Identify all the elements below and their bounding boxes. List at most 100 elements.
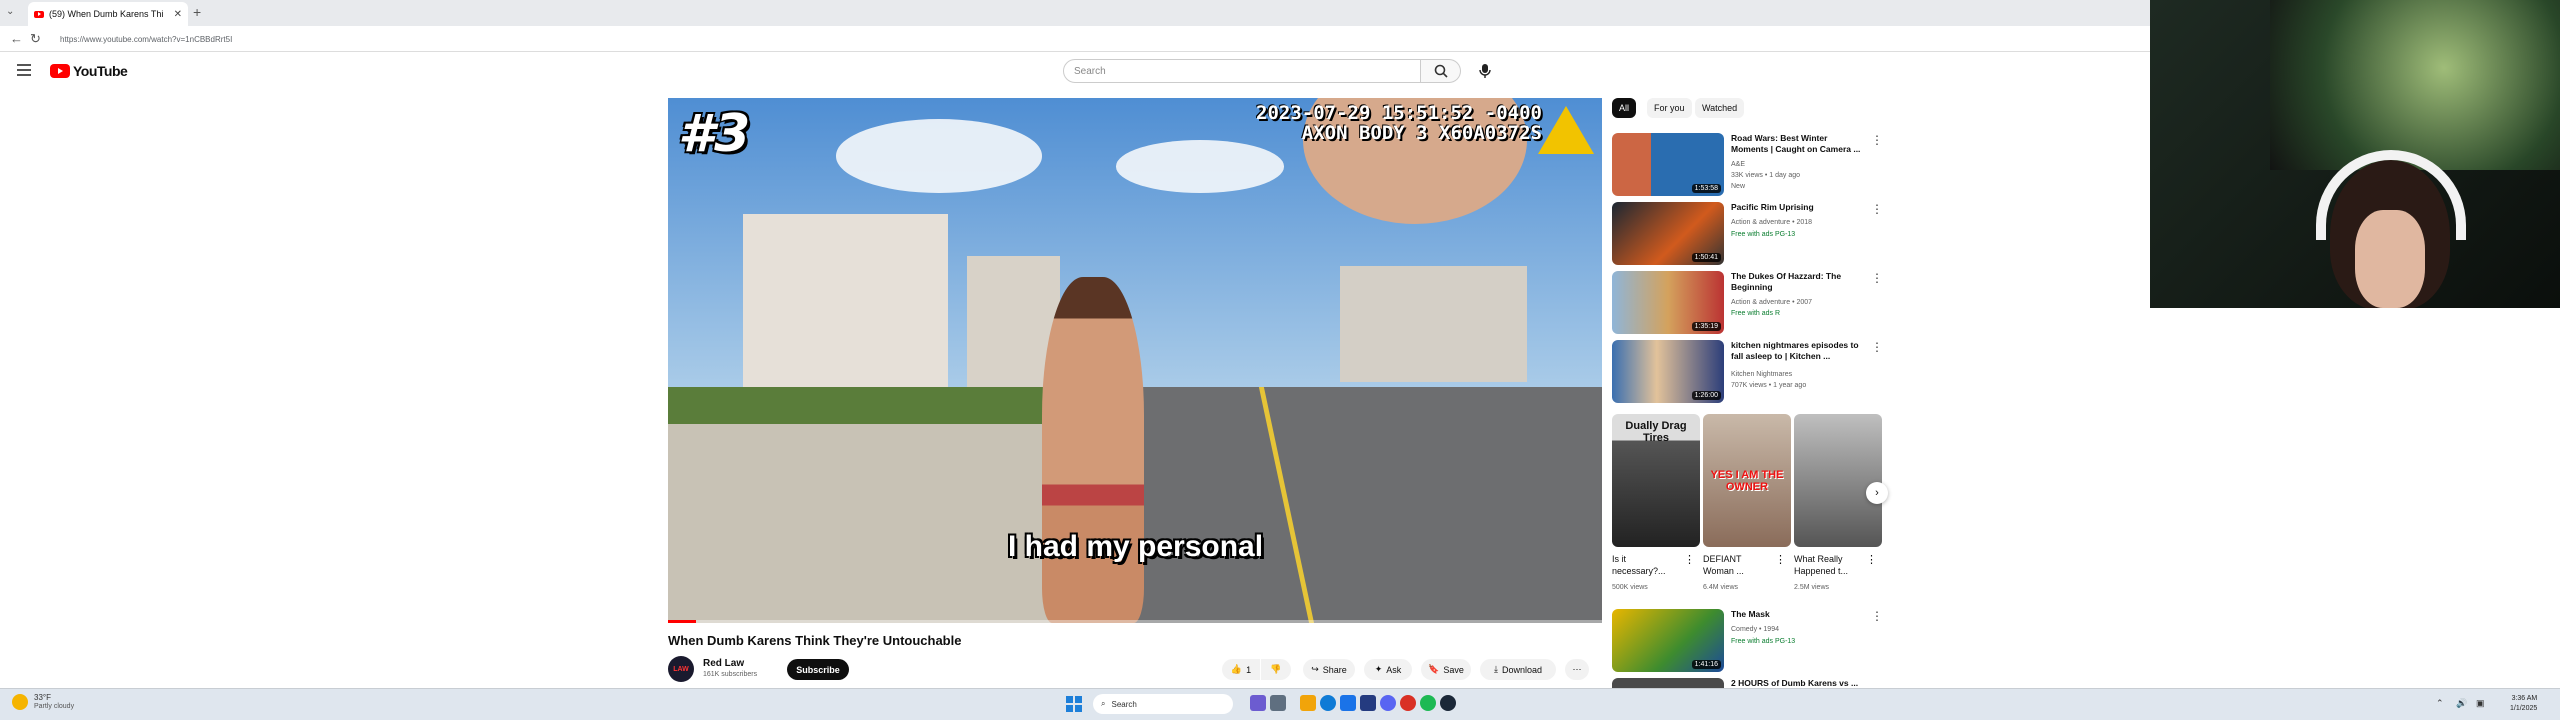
chip-watched[interactable]: Watched [1695, 98, 1745, 118]
bodycam-id: AXON BODY 3 X60A0372S [1301, 122, 1542, 144]
more-vertical-icon[interactable]: ⋮ [1871, 609, 1883, 623]
share-label: Share [1322, 664, 1347, 675]
recommended-video[interactable]: 1:50:41 Pacific Rim Uprising Action & ad… [1612, 202, 1883, 268]
more-vertical-icon[interactable]: ⋮ [1866, 553, 1877, 566]
spotify-icon[interactable] [1420, 695, 1436, 711]
rec-title[interactable]: Road Wars: Best Winter Moments | Caught … [1731, 133, 1866, 155]
rec-meta: 33K views • 1 day ago [1731, 172, 1800, 179]
microphone-icon [1479, 64, 1491, 78]
rec-title[interactable]: kitchen nightmares episodes to fall asle… [1731, 340, 1866, 362]
volume-icon[interactable]: 🔊 [2456, 698, 2467, 709]
taskbar-search-label: Search [1111, 699, 1137, 709]
taskbar-search[interactable]: ⌕ Search [1093, 694, 1233, 714]
short-overlay-text: YES I AM THE OWNER [1710, 469, 1784, 493]
short-thumbnail[interactable]: YES I AM THE OWNER [1703, 414, 1791, 547]
reload-icon[interactable]: ↻ [30, 31, 41, 47]
ask-label: Ask [1386, 664, 1402, 675]
video-progress-bar[interactable] [668, 620, 1602, 623]
save-button[interactable]: 🔖 Save [1421, 659, 1471, 680]
video-thumbnail[interactable]: 1:50:41 [1612, 202, 1724, 265]
channel-name[interactable]: Red Law [703, 658, 744, 669]
channel-avatar[interactable]: LAW [668, 656, 694, 682]
video-thumbnail[interactable] [1612, 678, 1724, 688]
tab-close-icon[interactable]: ✕ [174, 9, 182, 20]
webcam-overlay [2150, 0, 2560, 308]
video-player[interactable]: #3 2023-07-29 15:51:52 -0400 AXON BODY 3… [668, 98, 1602, 623]
steam-icon[interactable] [1440, 695, 1456, 711]
chip-all[interactable]: All [1612, 98, 1637, 118]
short-title[interactable]: Is it necessary?... [1612, 553, 1672, 577]
recommended-video[interactable]: 2 HOURS of Dumb Karens vs ... [1612, 678, 1882, 688]
weather-temp: 33°F [34, 693, 51, 702]
widgets-icon[interactable] [1270, 695, 1286, 711]
dislike-button[interactable]: 👎 [1261, 659, 1291, 680]
rec-title[interactable]: Pacific Rim Uprising [1731, 202, 1866, 213]
short-thumbnail[interactable]: Dually Drag Tires [1612, 414, 1700, 547]
share-button[interactable]: ↪ Share [1303, 659, 1355, 680]
bodycam-timestamp: 2023-07-29 15:51:52 -0400 [1256, 102, 1542, 124]
back-arrow-icon[interactable]: ← [10, 31, 23, 46]
more-vertical-icon[interactable]: ⋮ [1871, 271, 1883, 285]
video-duration: 1:26:00 [1691, 391, 1721, 400]
channel-subscribers: 161K subscribers [703, 671, 758, 678]
tray-chevron-icon[interactable]: ⌃ [2436, 698, 2444, 709]
video-thumbnail[interactable]: 1:53:58 [1612, 133, 1724, 196]
free-with-ads-badge: Free with ads PG-13 [1731, 638, 1796, 645]
rec-title[interactable]: The Dukes Of Hazzard: The Beginning [1731, 271, 1866, 293]
search-input[interactable]: Search [1063, 59, 1421, 83]
sparkle-icon: ✦ [1374, 664, 1383, 674]
video-thumbnail[interactable]: 1:35:19 [1612, 271, 1724, 334]
more-vertical-icon[interactable]: ⋮ [1775, 553, 1786, 566]
short-thumbnail[interactable] [1794, 414, 1882, 547]
app-icon[interactable] [1400, 695, 1416, 711]
file-explorer-icon[interactable] [1300, 695, 1316, 711]
mail-icon[interactable] [1360, 695, 1376, 711]
rec-channel: Action & adventure • 2018 [1731, 219, 1813, 226]
short-title[interactable]: What Really Happened t... [1794, 553, 1864, 577]
hamburger-menu-icon[interactable] [17, 64, 31, 79]
more-vertical-icon[interactable]: ⋮ [1871, 340, 1883, 354]
start-windows-icon[interactable] [1066, 696, 1082, 712]
weather-desc: Partly cloudy [34, 703, 75, 710]
short-title[interactable]: DEFIANT Woman ... [1703, 553, 1763, 577]
weather-widget[interactable]: 33°F Partly cloudy [12, 693, 74, 711]
ask-button[interactable]: ✦ Ask [1364, 659, 1412, 680]
discord-icon[interactable] [1380, 695, 1396, 711]
rec-title[interactable]: The Mask [1731, 609, 1866, 620]
rec-channel[interactable]: Kitchen Nightmares [1731, 370, 1792, 380]
task-view-icon[interactable] [1250, 695, 1266, 711]
more-actions-button[interactable]: ⋯ [1565, 659, 1589, 680]
tab-list-chevron-icon[interactable]: ⌄ [6, 6, 14, 17]
recommended-video[interactable]: 1:26:00 kitchen nightmares episodes to f… [1612, 340, 1883, 406]
recommended-video[interactable]: 1:35:19 The Dukes Of Hazzard: The Beginn… [1612, 271, 1883, 337]
search-button[interactable] [1421, 59, 1461, 83]
bookmark-icon: 🔖 [1428, 664, 1440, 674]
download-button[interactable]: ⤓ Download [1480, 659, 1556, 680]
search-placeholder: Search [1074, 65, 1106, 77]
rec-channel[interactable]: A&E [1731, 160, 1745, 170]
more-vertical-icon[interactable]: ⋮ [1871, 202, 1883, 216]
youtube-logo[interactable]: YouTube [50, 63, 128, 79]
system-clock[interactable]: 3:36 AM 1/1/2025 [2510, 694, 2537, 714]
voice-search-button[interactable] [1473, 61, 1497, 81]
chevron-right-icon[interactable]: › [1866, 482, 1888, 504]
subscribe-button[interactable]: Subscribe [787, 659, 849, 680]
chip-for-you[interactable]: For you [1647, 98, 1692, 118]
more-vertical-icon[interactable]: ⋮ [1871, 133, 1883, 147]
partly-cloudy-icon [12, 694, 28, 710]
rec-title[interactable]: 2 HOURS of Dumb Karens vs ... [1731, 678, 1866, 688]
store-icon[interactable] [1340, 695, 1356, 711]
address-bar[interactable]: https://www.youtube.com/watch?v=1nCBBdRr… [52, 30, 2132, 48]
video-thumbnail[interactable]: 1:41:16 [1612, 609, 1724, 672]
download-label: Download [1501, 664, 1542, 675]
edge-browser-icon[interactable] [1320, 695, 1336, 711]
thumbs-up-icon: 👍 [1230, 664, 1243, 674]
new-tab-button[interactable]: + [193, 4, 201, 20]
more-vertical-icon[interactable]: ⋮ [1684, 553, 1695, 566]
recommended-video[interactable]: 1:53:58 Road Wars: Best Winter Moments |… [1612, 133, 1883, 199]
like-button[interactable]: 👍 1 [1222, 659, 1260, 680]
video-thumbnail[interactable]: 1:26:00 [1612, 340, 1724, 403]
network-icon[interactable]: ▣ [2476, 698, 2485, 709]
browser-tab[interactable]: (59) When Dumb Karens Thi ✕ [28, 2, 188, 26]
recommended-video[interactable]: 1:41:16 The Mask Comedy • 1994 Free with… [1612, 609, 1883, 675]
